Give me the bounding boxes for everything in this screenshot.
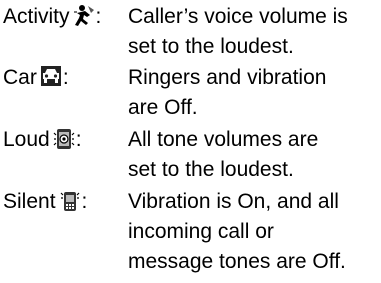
mode-desc-line: set to the loudest. — [128, 158, 294, 181]
mode-label-car: Car : — [3, 63, 69, 93]
mode-name: Car — [3, 66, 37, 89]
mode-name: Silent — [3, 190, 56, 213]
mode-desc-line: are Off. — [128, 96, 198, 119]
mode-desc-line: All tone volumes are — [128, 128, 319, 151]
activity-mode-icon — [72, 4, 95, 28]
mode-desc-line: message tones are Off. — [128, 250, 346, 273]
colon: : — [62, 66, 69, 89]
mode-label-silent: Silent : — [3, 187, 87, 217]
mode-desc-line: Vibration is On, and all — [128, 190, 339, 213]
colon: : — [81, 190, 88, 213]
mode-desc-line: incoming call or — [128, 220, 274, 243]
mode-desc-line: set to the loudest. — [128, 35, 294, 58]
silent-mode-icon — [58, 189, 81, 213]
mode-name: Activity — [3, 5, 70, 28]
mode-desc-line: Caller’s voice volume is — [128, 5, 348, 28]
colon: : — [75, 128, 82, 151]
mode-label-loud: Loud : — [3, 125, 82, 155]
mode-label-activity: Activity : — [3, 2, 101, 32]
profile-mode-list: Activity : Caller’s voice volume is set … — [0, 0, 381, 283]
mode-name: Loud — [3, 128, 50, 151]
car-mode-icon — [39, 65, 62, 89]
mode-desc-line: Ringers and vibration — [128, 66, 327, 89]
colon: : — [95, 5, 102, 28]
loud-mode-icon — [52, 127, 75, 151]
